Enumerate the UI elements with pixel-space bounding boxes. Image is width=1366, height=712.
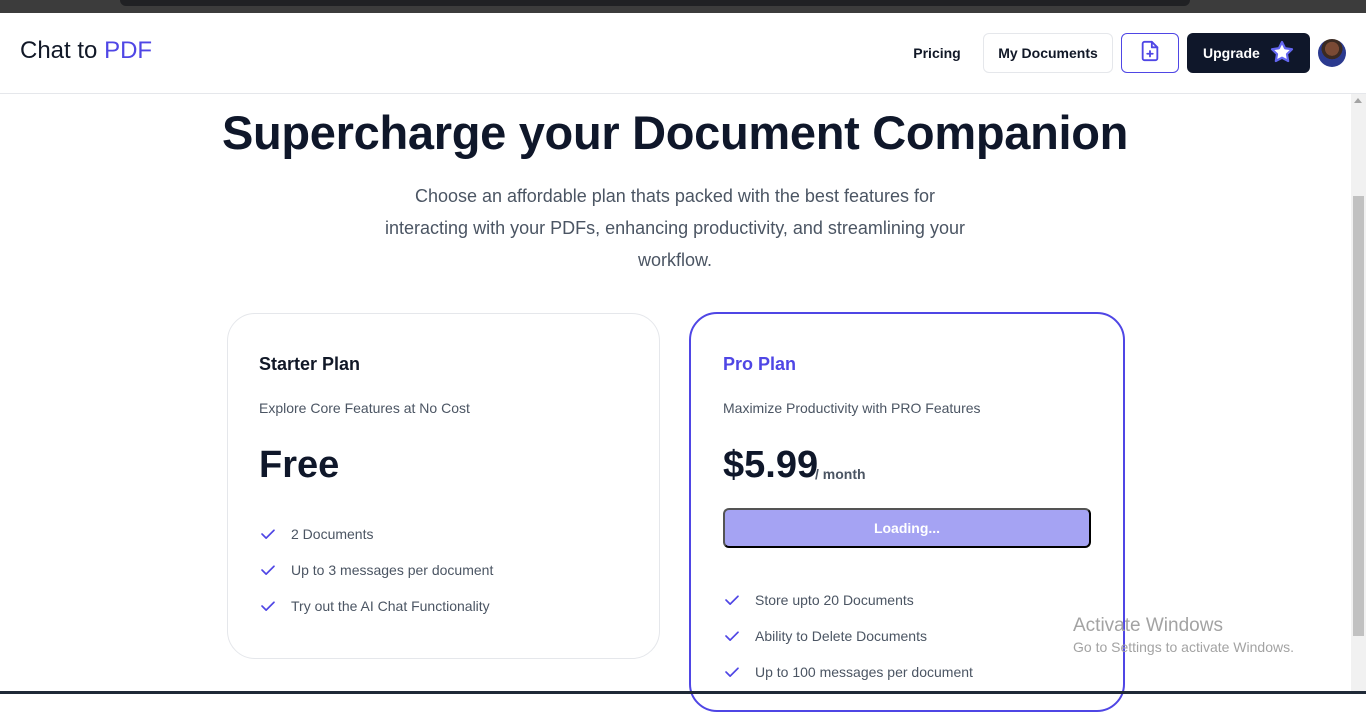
browser-chrome [0,0,1366,13]
top-navbar: Chat to PDF Pricing My Documents Upgrade [0,13,1366,94]
scrollbar-thumb[interactable] [1353,196,1364,636]
check-icon [723,627,741,645]
check-icon [259,597,277,615]
upgrade-button[interactable]: Upgrade [1187,33,1310,73]
file-plus-icon [1139,40,1161,67]
feature-label: Up to 3 messages per document [291,562,494,578]
feature-item: Ability to Delete Documents [723,618,973,654]
feature-label: Ability to Delete Documents [755,628,927,644]
scroll-up-icon[interactable] [1354,98,1362,103]
plan-name: Starter Plan [259,354,361,374]
feature-list: Store upto 20 Documents Ability to Delet… [723,582,973,690]
feature-list: 2 Documents Up to 3 messages per documen… [259,516,493,624]
pricing-link[interactable]: Pricing [902,33,972,73]
feature-item: Try out the AI Chat Functionality [259,588,493,624]
new-document-button[interactable] [1121,33,1179,73]
page-title: Supercharge your Document Companion [221,106,1129,159]
feature-item: 2 Documents [259,516,493,552]
windows-activation-watermark: Activate Windows Go to Settings to activ… [1073,615,1294,655]
plan-description: Explore Core Features at No Cost [259,400,470,416]
watermark-title: Activate Windows [1073,615,1223,636]
feature-item: Up to 100 messages per document [723,654,973,690]
watermark-subtitle: Go to Settings to activate Windows. [1073,639,1294,655]
check-icon [259,525,277,543]
star-icon [1270,40,1294,67]
check-icon [723,663,741,681]
subscribe-button[interactable]: Loading... [723,508,1091,548]
brand-prefix: Chat to [20,37,98,64]
starter-plan-card: Starter Plan Explore Core Features at No… [227,313,660,659]
feature-label: Try out the AI Chat Functionality [291,598,490,614]
feature-label: Store upto 20 Documents [755,592,914,608]
my-documents-button[interactable]: My Documents [983,33,1113,73]
plan-price: $5.99 [723,444,819,486]
check-icon [723,591,741,609]
feature-item: Up to 3 messages per document [259,552,493,588]
pro-plan-card: Pro Plan Maximize Productivity with PRO … [689,312,1125,712]
brand-accent: PDF [104,37,153,64]
plan-name: Pro Plan [723,354,797,374]
upgrade-label: Upgrade [1203,45,1260,61]
page-subtitle: Choose an affordable plan thats packed w… [385,186,965,270]
plan-price: Free [259,444,340,486]
plan-period: / month [815,466,866,482]
plan-description: Maximize Productivity with PRO Features [723,400,981,416]
page-scrollbar[interactable] [1351,94,1366,694]
feature-item: Store upto 20 Documents [723,582,973,618]
user-avatar[interactable] [1318,39,1346,67]
brand-logo[interactable]: Chat to PDF [20,37,152,65]
address-bar[interactable] [120,0,1190,6]
check-icon [259,561,277,579]
feature-label: Up to 100 messages per document [755,664,973,680]
feature-label: 2 Documents [291,526,374,542]
